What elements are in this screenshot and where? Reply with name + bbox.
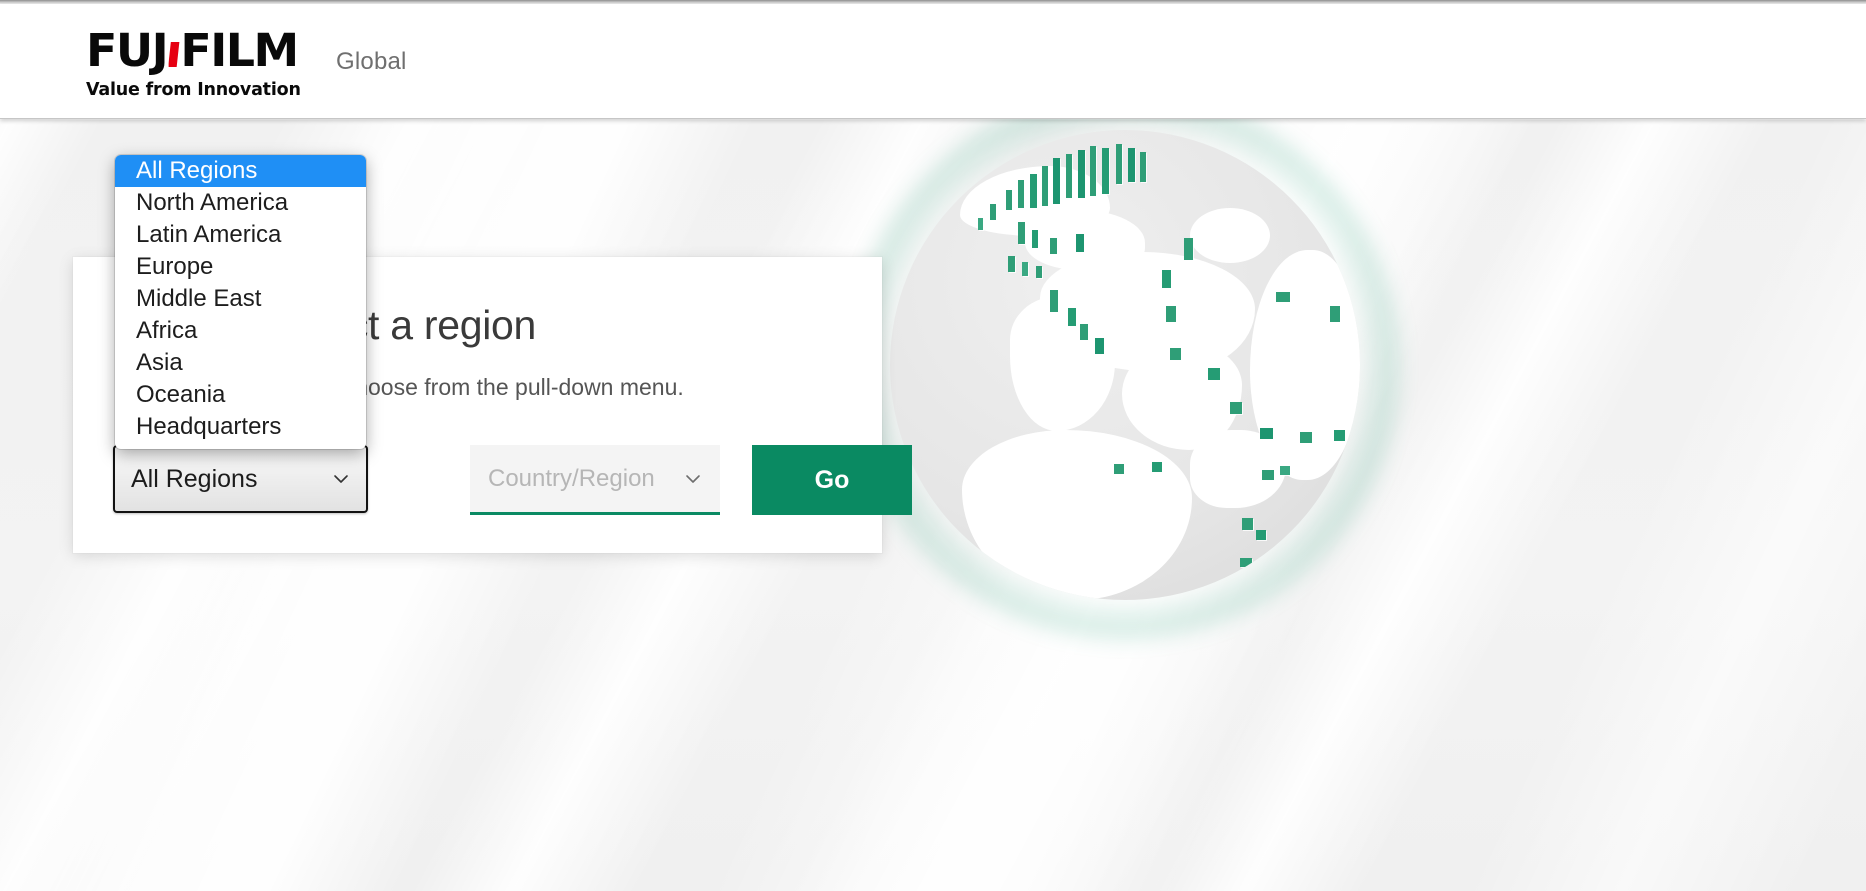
dropdown-option-asia[interactable]: Asia <box>115 347 366 379</box>
location-marker <box>1042 166 1048 206</box>
region-select[interactable]: All Regions <box>113 445 368 513</box>
location-marker <box>1050 290 1058 312</box>
logo-wordmark-second: FILM <box>180 24 299 77</box>
location-marker <box>1300 432 1312 443</box>
logo-wordmark: FUJ FILM <box>86 26 316 76</box>
go-button[interactable]: Go <box>752 445 912 515</box>
header-global-label[interactable]: Global <box>336 48 407 76</box>
country-region-select[interactable]: Country/Region <box>470 445 720 515</box>
region-select-value: All Regions <box>131 464 258 493</box>
location-marker <box>1334 430 1345 441</box>
globe-sphere <box>890 130 1360 600</box>
logo-tagline: Value from Innovation <box>86 80 301 100</box>
location-marker <box>1053 158 1060 204</box>
location-marker <box>1280 466 1290 475</box>
location-marker <box>978 218 983 230</box>
dropdown-option-headquarters[interactable]: Headquarters <box>115 411 366 443</box>
landmass <box>1250 250 1360 480</box>
dropdown-option-latin-america[interactable]: Latin America <box>115 219 366 251</box>
location-marker <box>1030 174 1037 208</box>
location-marker <box>1066 154 1072 198</box>
location-marker <box>1166 306 1176 322</box>
location-marker <box>1114 464 1124 474</box>
location-marker <box>1208 368 1220 380</box>
location-marker <box>1140 152 1146 182</box>
page-root: FUJ FILM Value from Innovation Global Se… <box>0 0 1866 891</box>
location-marker <box>1008 256 1015 272</box>
location-marker <box>1068 308 1076 326</box>
location-marker <box>1090 146 1096 196</box>
dropdown-option-europe[interactable]: Europe <box>115 251 366 283</box>
location-marker <box>1262 470 1274 480</box>
logo-wordmark-first: FUJ <box>86 24 169 77</box>
landmass <box>1190 208 1270 263</box>
location-marker <box>1230 402 1242 414</box>
location-marker <box>1080 324 1088 340</box>
location-marker <box>1036 266 1042 278</box>
fujifilm-logo[interactable]: FUJ FILM Value from Innovation <box>86 26 311 101</box>
location-marker <box>1032 230 1038 248</box>
location-marker <box>1260 428 1273 439</box>
dropdown-option-oceania[interactable]: Oceania <box>115 379 366 411</box>
globe-graphic <box>852 92 1398 638</box>
chevron-down-icon <box>332 470 350 488</box>
location-marker <box>1184 238 1193 260</box>
location-marker <box>1006 190 1012 210</box>
site-header: FUJ FILM Value from Innovation Global <box>0 4 1866 119</box>
location-marker <box>1018 180 1024 208</box>
location-marker <box>1050 238 1057 254</box>
location-marker <box>1152 462 1162 472</box>
location-marker <box>1276 292 1290 302</box>
dropdown-option-all-regions[interactable]: All Regions <box>115 155 366 187</box>
location-marker <box>1116 144 1122 184</box>
location-marker <box>1128 148 1135 182</box>
location-marker <box>1022 262 1028 276</box>
dropdown-option-africa[interactable]: Africa <box>115 315 366 347</box>
location-marker <box>1095 338 1104 354</box>
landmass <box>1010 296 1115 431</box>
dropdown-option-north-america[interactable]: North America <box>115 187 366 219</box>
location-marker <box>1102 148 1109 194</box>
dropdown-option-middle-east[interactable]: Middle East <box>115 283 366 315</box>
location-marker <box>1078 150 1085 198</box>
logo-red-accent-icon <box>168 42 180 67</box>
location-marker <box>1330 306 1340 322</box>
region-dropdown-list[interactable]: All Regions North America Latin America Eur… <box>115 155 366 449</box>
location-marker <box>1018 222 1025 244</box>
country-region-placeholder: Country/Region <box>488 464 655 492</box>
location-marker <box>990 204 996 220</box>
location-marker <box>1256 530 1266 540</box>
location-marker <box>1076 234 1084 252</box>
chevron-down-icon <box>684 470 702 488</box>
location-marker <box>1162 270 1171 288</box>
location-marker <box>1240 558 1252 567</box>
location-marker <box>1242 518 1253 530</box>
location-marker <box>1170 348 1181 360</box>
